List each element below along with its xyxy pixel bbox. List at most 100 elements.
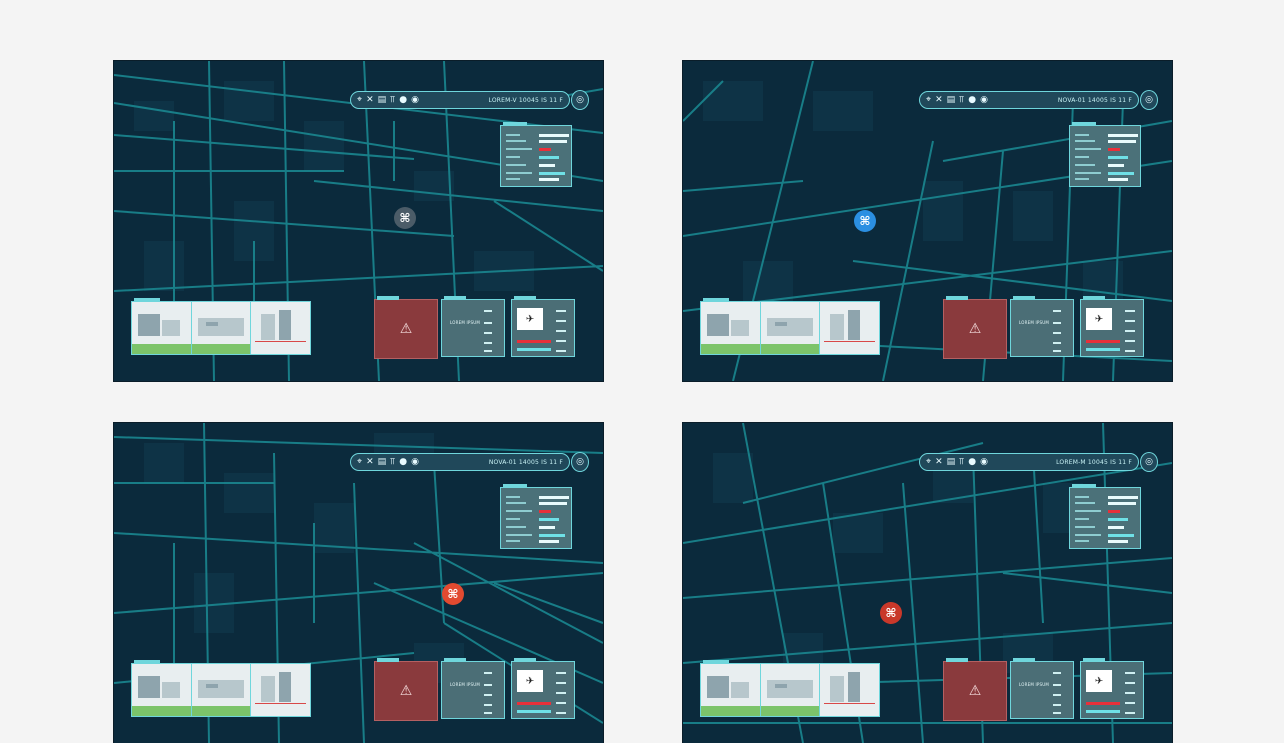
status-tick (484, 322, 492, 324)
toolbar-readout: NOVA-01 14005 IS 11 F (1057, 96, 1132, 104)
status-label: LOREM IPSUM (1019, 320, 1049, 325)
status-tick (484, 694, 492, 696)
telemetry-label (1075, 510, 1101, 512)
map-pin-icon[interactable]: ⌖ (357, 95, 362, 105)
camera-thumb[interactable] (760, 302, 821, 354)
device-tick (1125, 350, 1135, 352)
telemetry-label (1075, 164, 1095, 166)
signal-bar (1086, 710, 1120, 713)
close-icon[interactable]: ✕ (366, 457, 374, 467)
signal-icon[interactable]: ⫪ (390, 457, 395, 467)
map-pin-icon[interactable]: ⌖ (926, 95, 931, 105)
camera-thumb[interactable] (132, 664, 192, 716)
circle-icon[interactable]: ◉ (411, 457, 419, 467)
telemetry-bar (539, 496, 569, 499)
status-label: LOREM IPSUM (450, 682, 480, 687)
signal-icon[interactable]: ⫪ (959, 95, 964, 105)
camera-thumb[interactable] (191, 664, 252, 716)
battery-bar (517, 702, 551, 705)
camera-thumb[interactable] (701, 664, 761, 716)
telemetry-label (1075, 178, 1089, 180)
device-tick (1125, 692, 1135, 694)
camera-thumb[interactable] (251, 664, 311, 716)
card-tab (444, 296, 466, 300)
camera-thumb[interactable] (820, 664, 880, 716)
alert-card[interactable]: ⚠ (943, 296, 1007, 359)
status-tick (484, 310, 492, 312)
camera-thumb[interactable] (701, 302, 761, 354)
drone-icon[interactable]: ⌘ (854, 210, 876, 232)
shield-icon[interactable]: ◎ (1140, 90, 1158, 110)
shield-icon[interactable]: ◎ (571, 452, 589, 472)
card-tab (377, 296, 399, 300)
telemetry-bar (1108, 518, 1128, 521)
drone-icon[interactable]: ⌘ (880, 602, 902, 624)
status-tick (1053, 350, 1061, 352)
camera-thumb[interactable] (760, 664, 821, 716)
camera-thumb[interactable] (820, 302, 880, 354)
telemetry-label (506, 178, 520, 180)
globe-icon[interactable]: ● (399, 95, 407, 105)
circle-icon[interactable]: ◉ (980, 95, 988, 105)
device-card[interactable]: ✈ (511, 296, 575, 357)
device-card[interactable]: ✈ (511, 658, 575, 719)
globe-icon[interactable]: ● (968, 457, 976, 467)
status-tick (1053, 332, 1061, 334)
device-tick (556, 310, 566, 312)
telemetry-bar (1108, 148, 1120, 151)
layers-icon[interactable]: ▤ (947, 95, 956, 105)
telemetry-card (1069, 122, 1141, 187)
shield-icon[interactable]: ◎ (1140, 452, 1158, 472)
globe-icon[interactable]: ● (968, 95, 976, 105)
telemetry-label (506, 156, 520, 158)
drone-image-icon: ✈ (1086, 308, 1112, 330)
telemetry-bar (1108, 172, 1134, 175)
telemetry-label (1075, 502, 1095, 504)
circle-icon[interactable]: ◉ (980, 457, 988, 467)
camera-thumbnails (700, 660, 880, 717)
device-card[interactable]: ✈ (1080, 658, 1144, 719)
telemetry-label (1075, 496, 1089, 498)
drone-icon[interactable]: ⌘ (442, 583, 464, 605)
signal-icon[interactable]: ⫪ (390, 95, 395, 105)
shield-icon[interactable]: ◎ (571, 90, 589, 110)
map-panel-bottom-left: ⌖ ✕ ▤ ⫪ ● ◉ NOVA-01 14005 IS 11 F ◎ ⌘ ⚠ LOREM IPSU… (113, 422, 604, 743)
close-icon[interactable]: ✕ (366, 95, 374, 105)
signal-icon[interactable]: ⫪ (959, 457, 964, 467)
alert-card[interactable]: ⚠ (943, 658, 1007, 721)
layers-icon[interactable]: ▤ (947, 457, 956, 467)
map-panel-bottom-right: ⌖ ✕ ▤ ⫪ ● ◉ LOREM-M 10045 IS 11 F ◎ ⌘ ⚠ LOREM IPSU… (682, 422, 1173, 743)
telemetry-label (1075, 518, 1089, 520)
circle-icon[interactable]: ◉ (411, 95, 419, 105)
telemetry-bar (539, 172, 565, 175)
layers-icon[interactable]: ▤ (378, 457, 387, 467)
telemetry-bar (1108, 534, 1134, 537)
map-pin-icon[interactable]: ⌖ (357, 457, 362, 467)
alert-card[interactable]: ⚠ (374, 296, 438, 359)
map-pin-icon[interactable]: ⌖ (926, 457, 931, 467)
map-panel-top-left: ⌖ ✕ ▤ ⫪ ● ◉ LOREM-V 10045 IS 11 F ◎ ⌘ ⚠ LOREM IPSU… (113, 60, 604, 382)
telemetry-bar (539, 134, 569, 137)
toolbar-readout: NOVA-01 14005 IS 11 F (488, 458, 563, 466)
telemetry-label (1075, 540, 1089, 542)
close-icon[interactable]: ✕ (935, 457, 943, 467)
map-block (703, 81, 763, 121)
alert-card[interactable]: ⚠ (374, 658, 438, 721)
camera-thumb[interactable] (132, 302, 192, 354)
camera-thumb[interactable] (251, 302, 311, 354)
layers-icon[interactable]: ▤ (378, 95, 387, 105)
status-label: LOREM IPSUM (450, 320, 480, 325)
telemetry-label (1075, 534, 1101, 536)
device-card[interactable]: ✈ (1080, 296, 1144, 357)
device-tick (556, 330, 566, 332)
telemetry-bar (1108, 140, 1136, 143)
map-block (713, 453, 753, 503)
camera-thumb[interactable] (191, 302, 252, 354)
drone-icon[interactable]: ⌘ (394, 207, 416, 229)
globe-icon[interactable]: ● (399, 457, 407, 467)
telemetry-label (506, 496, 520, 498)
telemetry-label (506, 518, 520, 520)
device-tick (1125, 672, 1135, 674)
telemetry-label (1075, 156, 1089, 158)
close-icon[interactable]: ✕ (935, 95, 943, 105)
